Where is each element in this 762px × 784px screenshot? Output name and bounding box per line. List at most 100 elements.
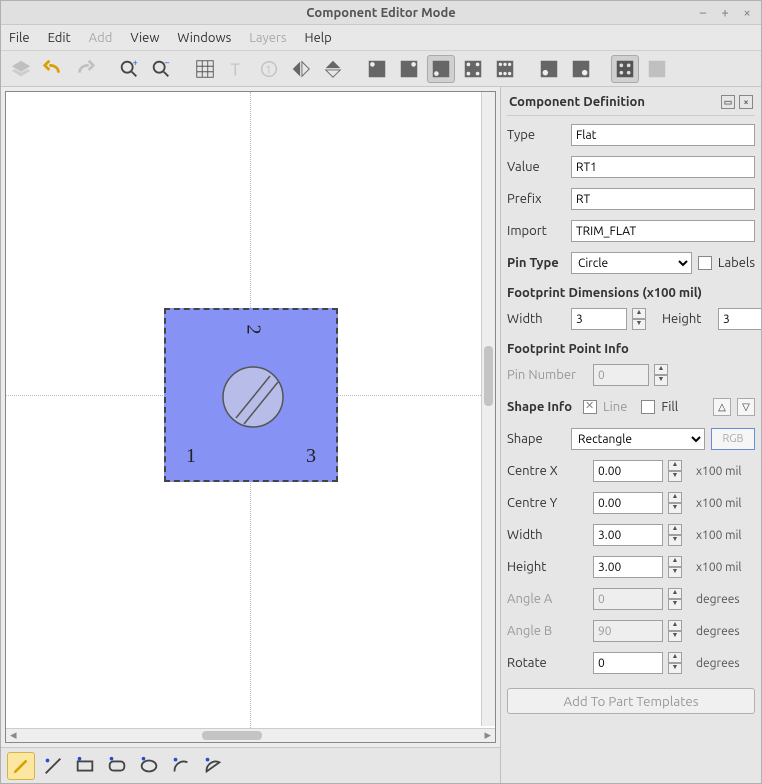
tool-roundrect-icon[interactable] bbox=[103, 752, 131, 780]
menu-file[interactable]: File bbox=[9, 31, 30, 45]
panel-close-icon[interactable]: × bbox=[739, 95, 753, 109]
prefix-label: Prefix bbox=[507, 192, 565, 206]
panel-dock-icon[interactable]: ▭ bbox=[721, 95, 735, 109]
rot-input[interactable] bbox=[593, 652, 663, 674]
menu-view[interactable]: View bbox=[130, 31, 159, 45]
pintype-select[interactable]: Circle bbox=[571, 252, 692, 274]
menubar: File Edit Add View Windows Layers Help bbox=[1, 25, 761, 51]
pin-label-3: 3 bbox=[306, 445, 316, 468]
align-6-icon[interactable] bbox=[491, 55, 519, 83]
labels-label: Labels bbox=[718, 256, 755, 270]
line-checkbox[interactable] bbox=[583, 400, 597, 414]
zoom-in-icon[interactable]: + bbox=[115, 55, 143, 83]
sh-label: Height bbox=[507, 560, 587, 574]
canvas-vscroll[interactable] bbox=[481, 92, 495, 726]
dim-height-input[interactable] bbox=[718, 308, 761, 330]
menu-windows[interactable]: Windows bbox=[177, 31, 231, 45]
redo-icon bbox=[71, 55, 99, 83]
svg-text:T: T bbox=[231, 61, 240, 79]
pointinfo-header: Footprint Point Info bbox=[507, 342, 755, 356]
move-up-button[interactable]: △ bbox=[713, 398, 731, 416]
pad-grid-icon[interactable] bbox=[611, 55, 639, 83]
labels-checkbox[interactable] bbox=[698, 256, 712, 270]
add-templates-button[interactable]: Add To Part Templates bbox=[507, 688, 755, 714]
svg-text:1: 1 bbox=[265, 64, 271, 76]
canvas[interactable]: 1 2 3 ◂▸ bbox=[5, 91, 496, 743]
pinnum-up: ▲ bbox=[654, 364, 668, 375]
type-label: Type bbox=[507, 128, 565, 142]
shape-select[interactable]: Rectangle bbox=[571, 428, 705, 450]
fill-checkbox[interactable] bbox=[641, 400, 655, 414]
cx-unit: x100 mil bbox=[696, 465, 742, 478]
cy-unit: x100 mil bbox=[696, 497, 742, 510]
connector-b-icon[interactable] bbox=[567, 55, 595, 83]
dim-width-input[interactable] bbox=[571, 308, 627, 330]
tool-rect-icon[interactable] bbox=[71, 752, 99, 780]
align-tr-icon[interactable] bbox=[395, 55, 423, 83]
titlebar: Component Editor Mode – + × bbox=[1, 1, 761, 25]
svg-text:–: – bbox=[164, 58, 170, 67]
rot-unit: degrees bbox=[696, 657, 740, 670]
zoom-out-icon[interactable]: – bbox=[147, 55, 175, 83]
sw-label: Width bbox=[507, 528, 587, 542]
sw-input[interactable] bbox=[593, 524, 663, 546]
svg-text:+: + bbox=[133, 58, 138, 67]
ab-unit: degrees bbox=[696, 625, 740, 638]
dimensions-header: Footprint Dimensions (x100 mil) bbox=[507, 286, 755, 300]
pinnum-input bbox=[593, 364, 649, 386]
sw-unit: x100 mil bbox=[696, 529, 742, 542]
panel-title: Component Definition bbox=[509, 95, 645, 109]
side-panel: Component Definition ▭ × Type Value Pref… bbox=[501, 87, 761, 783]
prefix-input[interactable] bbox=[571, 188, 755, 210]
dim-width-up[interactable]: ▲ bbox=[632, 308, 646, 319]
menu-help[interactable]: Help bbox=[305, 31, 332, 45]
cx-input[interactable] bbox=[593, 460, 663, 482]
footprint-rectangle[interactable]: 1 2 3 bbox=[164, 308, 338, 482]
text-icon: T bbox=[223, 55, 251, 83]
sh-unit: x100 mil bbox=[696, 561, 742, 574]
align-bl-icon[interactable] bbox=[427, 55, 455, 83]
tool-pencil-icon[interactable] bbox=[7, 752, 35, 780]
shapeinfo-label: Shape Info bbox=[507, 400, 577, 414]
minimize-button[interactable]: – bbox=[695, 5, 711, 21]
dim-width-down[interactable]: ▼ bbox=[632, 319, 646, 330]
pin-label-2: 2 bbox=[242, 325, 265, 335]
tool-arc-icon[interactable] bbox=[167, 752, 195, 780]
line-label: Line bbox=[603, 400, 627, 414]
pinnum-label: Pin Number bbox=[507, 368, 587, 382]
tool-chord-icon[interactable] bbox=[199, 752, 227, 780]
close-button[interactable]: × bbox=[739, 5, 755, 21]
panel-header: Component Definition ▭ × bbox=[507, 93, 755, 116]
layers-icon bbox=[7, 55, 35, 83]
cx-label: Centre X bbox=[507, 464, 587, 478]
type-input[interactable] bbox=[571, 124, 755, 146]
connector-a-icon[interactable] bbox=[535, 55, 563, 83]
tool-line-icon[interactable] bbox=[39, 752, 67, 780]
undo-icon[interactable] bbox=[39, 55, 67, 83]
number-icon: 1 bbox=[255, 55, 283, 83]
align-4t-icon[interactable] bbox=[459, 55, 487, 83]
value-input[interactable] bbox=[571, 156, 755, 178]
flip-h-icon[interactable] bbox=[287, 55, 315, 83]
value-label: Value bbox=[507, 160, 565, 174]
rgb-button[interactable]: RGB bbox=[711, 428, 755, 450]
tool-ellipse-icon[interactable] bbox=[135, 752, 163, 780]
import-input[interactable] bbox=[571, 220, 755, 242]
fill-label: Fill bbox=[661, 400, 678, 414]
aa-label: Angle A bbox=[507, 592, 587, 606]
align-tl-icon[interactable] bbox=[363, 55, 391, 83]
menu-edit[interactable]: Edit bbox=[48, 31, 71, 45]
draw-toolbar bbox=[1, 747, 500, 783]
menu-add: Add bbox=[89, 31, 113, 45]
sh-input[interactable] bbox=[593, 556, 663, 578]
ab-label: Angle B bbox=[507, 624, 587, 638]
pad-add-icon bbox=[643, 55, 671, 83]
cy-input[interactable] bbox=[593, 492, 663, 514]
app-window: Component Editor Mode – + × File Edit Ad… bbox=[0, 0, 762, 784]
pinnum-down: ▼ bbox=[654, 375, 668, 386]
canvas-hscroll[interactable]: ◂▸ bbox=[6, 728, 495, 742]
maximize-button[interactable]: + bbox=[717, 5, 733, 21]
grid-icon[interactable] bbox=[191, 55, 219, 83]
flip-v-icon[interactable] bbox=[319, 55, 347, 83]
move-down-button[interactable]: ▽ bbox=[737, 398, 755, 416]
